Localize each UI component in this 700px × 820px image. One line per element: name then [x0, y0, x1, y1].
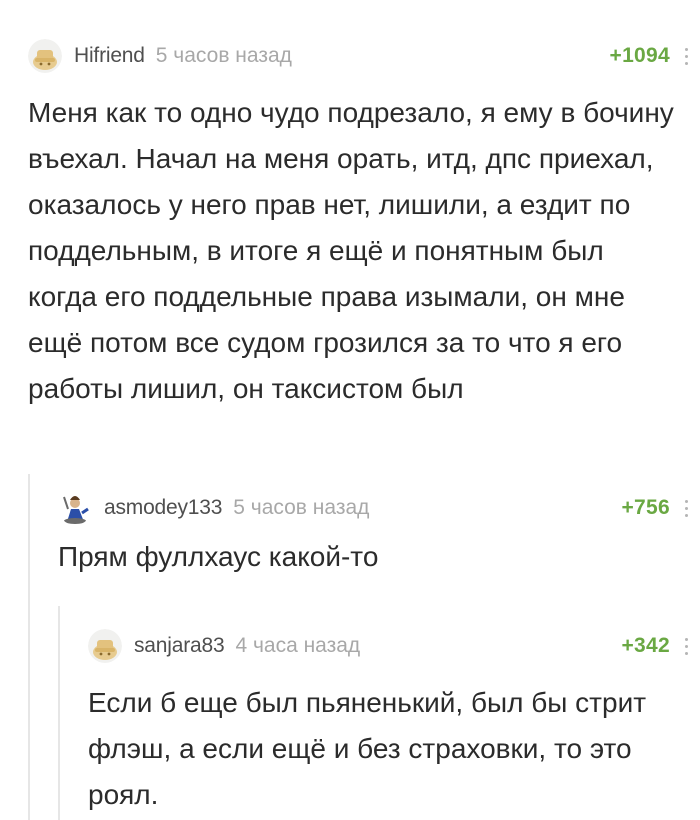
comment-rating: +342	[621, 634, 670, 657]
more-options-icon[interactable]	[678, 496, 694, 520]
comment-reply: sanjara83 4 часа назад +342 Если б еще б…	[88, 626, 700, 818]
comment-time[interactable]: 5 часов назад	[156, 44, 292, 68]
comment-text: Прям фуллхаус какой-то	[58, 541, 379, 572]
comment-rating: +756	[621, 496, 670, 519]
comment-header: asmodey133 5 часов назад +756	[58, 488, 700, 528]
comment-header: Hifriend 5 часов назад +1094	[28, 36, 700, 76]
hat-avatar-icon[interactable]	[28, 39, 62, 73]
more-options-icon[interactable]	[678, 634, 694, 658]
username[interactable]: asmodey133	[104, 496, 222, 520]
figure-avatar-icon[interactable]	[58, 491, 92, 525]
comment-rating: +1094	[609, 44, 670, 67]
comment-time[interactable]: 5 часов назад	[233, 496, 369, 520]
comment-text: Если б еще был пьяненький, был бы стрит …	[88, 687, 647, 810]
more-options-icon[interactable]	[678, 44, 694, 68]
comment-time[interactable]: 4 часа назад	[235, 634, 360, 658]
thread-line-level-1[interactable]	[28, 474, 30, 820]
hat-avatar-icon[interactable]	[88, 629, 122, 663]
username[interactable]: Hifriend	[74, 44, 145, 68]
comment-reply: asmodey133 5 часов назад +756 Прям фуллх…	[58, 488, 700, 580]
thread-line-level-2[interactable]	[58, 606, 60, 820]
comment-text: Меня как то одно чудо подрезало, я ему в…	[28, 97, 674, 404]
comment: Hifriend 5 часов назад +1094 Меня как то…	[28, 36, 700, 412]
username[interactable]: sanjara83	[134, 634, 225, 658]
comment-header: sanjara83 4 часа назад +342	[88, 626, 700, 666]
